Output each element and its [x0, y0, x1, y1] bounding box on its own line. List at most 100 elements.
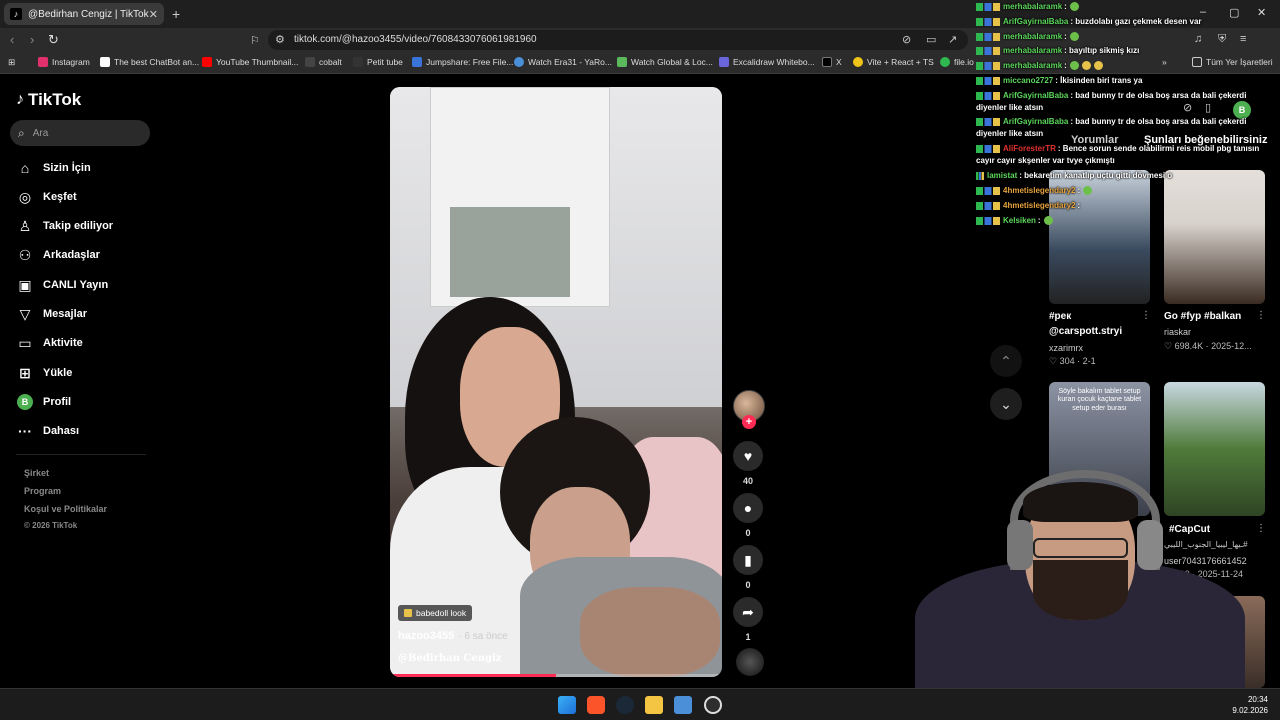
search-placeholder: Ara — [32, 127, 49, 139]
footer-terms-link[interactable]: Koşul ve Politikalar — [24, 504, 107, 514]
thumb-subtitle: @carspott.stryi — [1049, 326, 1123, 337]
chat-badges-icon — [976, 76, 1000, 85]
compass-icon: ◎ — [18, 188, 32, 205]
bookmark-item[interactable]: Watch Global & Loc... — [617, 57, 713, 67]
bookmark-item[interactable]: X — [822, 57, 842, 67]
share-button[interactable]: ➦ — [733, 597, 763, 627]
bookmark-item[interactable]: Instagram — [38, 57, 90, 67]
bookmark-item[interactable]: Watch Era31 - YaRo... — [514, 57, 612, 67]
chat-emote-icon — [1043, 216, 1053, 226]
system-clock[interactable]: 20:34 9.02.2026 — [1232, 694, 1268, 716]
chat-badges-icon — [976, 144, 1000, 153]
bookmark-label: Instagram — [52, 57, 90, 67]
nav-explore[interactable]: ◎ Keşfet — [16, 188, 77, 206]
footer-program-link[interactable]: Program — [24, 486, 61, 496]
bookmark-item[interactable]: Petit tube — [353, 57, 403, 67]
browser-tab[interactable]: ♪ @Bedirhan Cengiz | TikTok ✕ — [4, 3, 164, 25]
chat-username: ArifGayirnalBaba — [1003, 117, 1069, 126]
steam-icon[interactable] — [616, 696, 634, 714]
nav-upload[interactable]: ⊞ Yükle — [16, 364, 72, 382]
bookmark-item[interactable]: file.io — [940, 57, 974, 67]
more-options-icon[interactable]: ⋮ — [1256, 310, 1266, 321]
comment-count: 0 — [745, 528, 751, 538]
brave-browser-icon[interactable] — [587, 696, 605, 714]
more-options-icon[interactable]: ⋮ — [1141, 310, 1151, 321]
reload-icon[interactable]: ↻ — [48, 32, 59, 48]
save-button[interactable]: ▮ — [733, 545, 763, 575]
share-icon[interactable]: ↗ — [948, 33, 957, 46]
bookmark-label: Watch Era31 - YaRo... — [528, 57, 612, 67]
chat-text: : — [1077, 201, 1081, 210]
nav-live[interactable]: ▣ CANLI Yayın — [16, 276, 108, 294]
previous-video-button[interactable]: ⌃ — [990, 345, 1022, 377]
bookmark-item[interactable]: Excalidraw Whitebo... — [719, 57, 815, 67]
video-frame — [450, 207, 570, 297]
chat-text: : — [1064, 2, 1067, 11]
video-author[interactable]: hazoo3455 · 6 sa önce — [398, 630, 508, 642]
x-icon — [822, 57, 832, 67]
chat-badges-icon — [976, 117, 1000, 126]
nav-label: Dahası — [43, 425, 80, 437]
nav-profile[interactable]: B Profil — [16, 393, 71, 411]
nav-more[interactable]: ··· Dahası — [16, 422, 79, 440]
back-icon[interactable]: ‹ — [10, 32, 14, 47]
video-caption-mention[interactable]: @Bedirhan Cengiz — [398, 653, 501, 664]
address-input[interactable]: tiktok.com/@hazoo3455/video/760843307606… — [268, 30, 968, 50]
like-button[interactable]: ♥ — [733, 441, 763, 471]
nav-following[interactable]: ♙ Takip ediliyor — [16, 217, 113, 235]
search-input[interactable]: ⌕ Ara — [10, 120, 150, 146]
tab-close-icon[interactable]: ✕ — [149, 8, 158, 21]
next-video-button[interactable]: ⌄ — [990, 388, 1022, 420]
more-options-icon[interactable]: ⋮ — [1256, 523, 1266, 534]
windows-start-icon[interactable] — [558, 696, 576, 714]
apps-grid-icon[interactable]: ⊞ — [8, 57, 15, 68]
nav-label: Takip ediliyor — [43, 220, 114, 232]
bookmark-label: Jumpshare: Free File... — [426, 57, 514, 67]
nav-label: Yükle — [43, 367, 73, 379]
chat-message: ArifGayirnalBaba: bad bunny tr de olsa b… — [976, 116, 1276, 139]
video-progress-bar[interactable] — [390, 674, 722, 677]
bookmark-item[interactable]: Jumpshare: Free File... — [412, 57, 513, 67]
follow-plus-icon[interactable]: + — [742, 415, 756, 429]
chat-emote-icon — [1093, 61, 1103, 71]
bookmark-item[interactable]: Vite + React + TS — [853, 57, 934, 67]
obs-icon[interactable] — [704, 696, 722, 714]
new-tab-button[interactable]: + — [172, 6, 180, 22]
chat-text: : — [1077, 186, 1081, 195]
bookmark-page-icon[interactable]: ⚐ — [250, 34, 260, 47]
bookmark-item[interactable]: YouTube Thumbnail... — [202, 57, 298, 67]
site-info-icon[interactable]: ⚙ — [275, 33, 285, 46]
thumb-user[interactable]: riaskar — [1164, 327, 1191, 337]
chatbot-icon — [100, 57, 110, 67]
effect-tag[interactable]: babedoll look — [398, 605, 473, 621]
nav-label: Arkadaşlar — [43, 249, 100, 261]
chat-message: merhabalaramk: bayıltıp sikmiş kızı — [976, 45, 1276, 57]
nav-friends[interactable]: ⚇ Arkadaşlar — [16, 246, 100, 264]
bookmark-label: Excalidraw Whitebo... — [733, 57, 815, 67]
footer-company-link[interactable]: Şirket — [24, 468, 49, 478]
chat-badges-icon — [976, 201, 1000, 210]
nav-messages[interactable]: ▽ Mesajlar — [16, 305, 87, 323]
forward-icon[interactable]: › — [30, 32, 34, 47]
tiktok-logo[interactable]: ♪ TikTok — [16, 90, 81, 110]
app-icon[interactable] — [674, 696, 692, 714]
bookmark-item[interactable]: The best ChatBot an... — [100, 57, 199, 67]
thumb-user[interactable]: xzarimrx — [1049, 343, 1083, 353]
media-icon[interactable]: ⊘ — [902, 33, 911, 46]
cast-icon[interactable]: ▭ — [926, 33, 936, 46]
file-explorer-icon[interactable] — [645, 696, 663, 714]
chat-badges-icon — [976, 91, 1000, 100]
nav-activity[interactable]: ▭ Aktivite — [16, 334, 82, 352]
comment-button[interactable]: ● — [733, 493, 763, 523]
chat-username: Kelsiken — [1003, 216, 1036, 225]
video-player[interactable]: babedoll look hazoo3455 · 6 sa önce @Bedi… — [390, 87, 722, 677]
vite-icon — [853, 57, 863, 67]
nav-for-you[interactable]: ⌂ Sizin İçin — [16, 159, 91, 177]
footer-copyright: © 2026 TikTok — [24, 521, 78, 530]
music-disc-icon[interactable] — [736, 648, 764, 676]
activity-icon: ▭ — [18, 334, 32, 351]
chat-text: : buzdolabı gazı çekmek desen var — [1070, 17, 1202, 26]
bookmark-item[interactable]: cobalt — [305, 57, 342, 67]
home-icon: ⌂ — [20, 160, 30, 176]
thumb-stats: ♡ 304 · 2-1 — [1049, 356, 1096, 366]
